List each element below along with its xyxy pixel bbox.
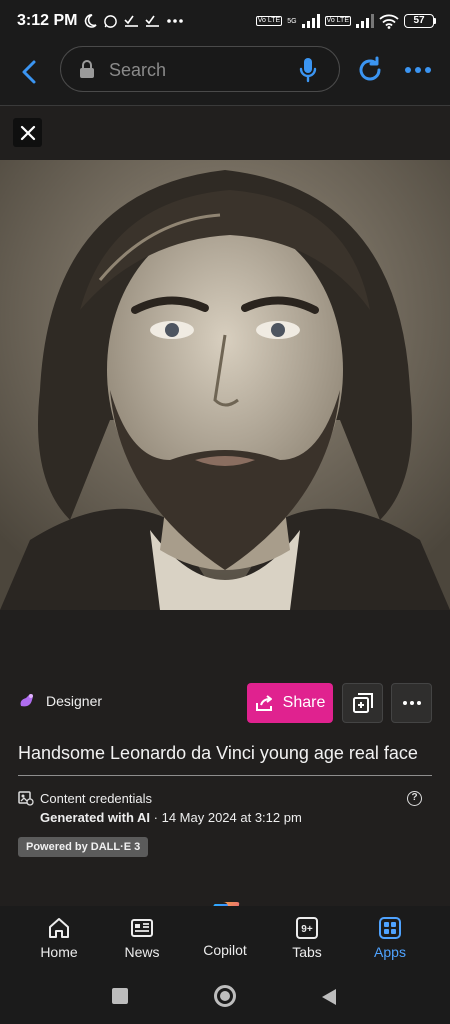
generated-date: · 14 May 2024 at 3:12 pm <box>150 810 302 825</box>
network-type: 5G <box>287 17 297 25</box>
wifi-icon <box>379 14 399 29</box>
help-icon[interactable]: ? <box>407 791 422 806</box>
browser-toolbar: Search <box>0 42 450 106</box>
volte-badge: Vo LTE <box>255 16 283 26</box>
add-to-collection-button[interactable] <box>342 683 383 723</box>
add-collection-icon <box>352 693 373 713</box>
divider <box>18 775 432 776</box>
image-prompt: Handsome Leonardo da Vinci young age rea… <box>18 743 418 763</box>
volte-badge-2: Vo LTE <box>324 16 351 26</box>
lock-icon <box>80 60 94 78</box>
designer-label: Designer <box>46 693 103 709</box>
tabs-icon: 9+ <box>296 917 318 939</box>
status-time: 3:12 PM <box>17 12 78 29</box>
search-input[interactable]: Search <box>109 60 166 81</box>
credentials-label: Content credentials <box>40 790 153 806</box>
generated-label: Generated with AI <box>40 810 151 825</box>
more-options-icon[interactable] <box>404 60 432 80</box>
apps-icon <box>379 917 401 939</box>
close-button[interactable] <box>13 118 42 147</box>
portrait-image <box>0 160 450 610</box>
back-triangle-icon[interactable] <box>320 987 338 1007</box>
checklist-icon-2 <box>145 15 160 27</box>
credentials-icon <box>18 791 34 806</box>
share-label: Share <box>282 694 326 711</box>
news-icon <box>131 919 153 937</box>
nav-apps-label: Apps <box>374 944 406 960</box>
system-status: Vo LTE 5G Vo LTE 57 <box>255 14 436 29</box>
address-bar[interactable]: Search <box>60 46 340 92</box>
mic-icon[interactable] <box>299 57 317 83</box>
close-icon <box>20 125 35 140</box>
more-dots-icon <box>402 701 421 705</box>
powered-by-badge: Powered by DALL·E 3 <box>18 837 149 857</box>
more-actions-button[interactable] <box>391 683 432 723</box>
browser-screen: 3:12 PM Vo LTE 5G Vo LTE 57 Search Desig… <box>0 0 450 1024</box>
nav-news-label: News <box>124 944 160 960</box>
status-bar: 3:12 PM Vo LTE 5G Vo LTE 57 <box>0 0 450 42</box>
nav-home[interactable]: Home <box>24 916 94 960</box>
more-notifications-icon <box>167 19 184 23</box>
nav-copilot-label: Copilot <box>203 942 247 958</box>
home-icon <box>49 918 69 938</box>
refresh-icon[interactable] <box>356 56 384 84</box>
nav-home-label: Home <box>40 944 78 960</box>
back-arrow-icon[interactable] <box>16 58 44 86</box>
nav-tabs-label: Tabs <box>292 944 322 960</box>
battery-level: 57 <box>404 14 434 28</box>
nav-news[interactable]: News <box>107 916 177 960</box>
share-icon <box>255 695 272 711</box>
bottom-navigation: Home News Copilot 9+ Tabs Apps <box>0 906 450 968</box>
home-button[interactable] <box>214 985 236 1007</box>
nav-tabs[interactable]: 9+ Tabs <box>272 916 342 960</box>
moon-icon <box>85 14 98 28</box>
whatsapp-icon <box>104 14 118 28</box>
notification-icons <box>83 14 184 29</box>
designer-app-label: Designer <box>18 692 102 710</box>
system-navigation <box>0 968 450 1024</box>
nav-copilot[interactable]: Copilot <box>190 942 260 958</box>
signal-icon <box>301 14 320 28</box>
generated-image[interactable] <box>0 160 450 610</box>
signal-icon-2 <box>356 14 374 28</box>
nav-apps[interactable]: Apps <box>355 916 425 960</box>
recents-button[interactable] <box>112 988 128 1004</box>
battery-icon: 57 <box>404 14 436 28</box>
designer-logo-icon <box>20 694 33 707</box>
checklist-icon <box>124 15 139 27</box>
content-credentials[interactable]: Content credentials <box>18 790 152 806</box>
share-button[interactable]: Share <box>247 683 333 723</box>
generated-info: Generated with AI · 14 May 2024 at 3:12 … <box>40 810 302 825</box>
tabs-count: 9+ <box>301 924 313 935</box>
